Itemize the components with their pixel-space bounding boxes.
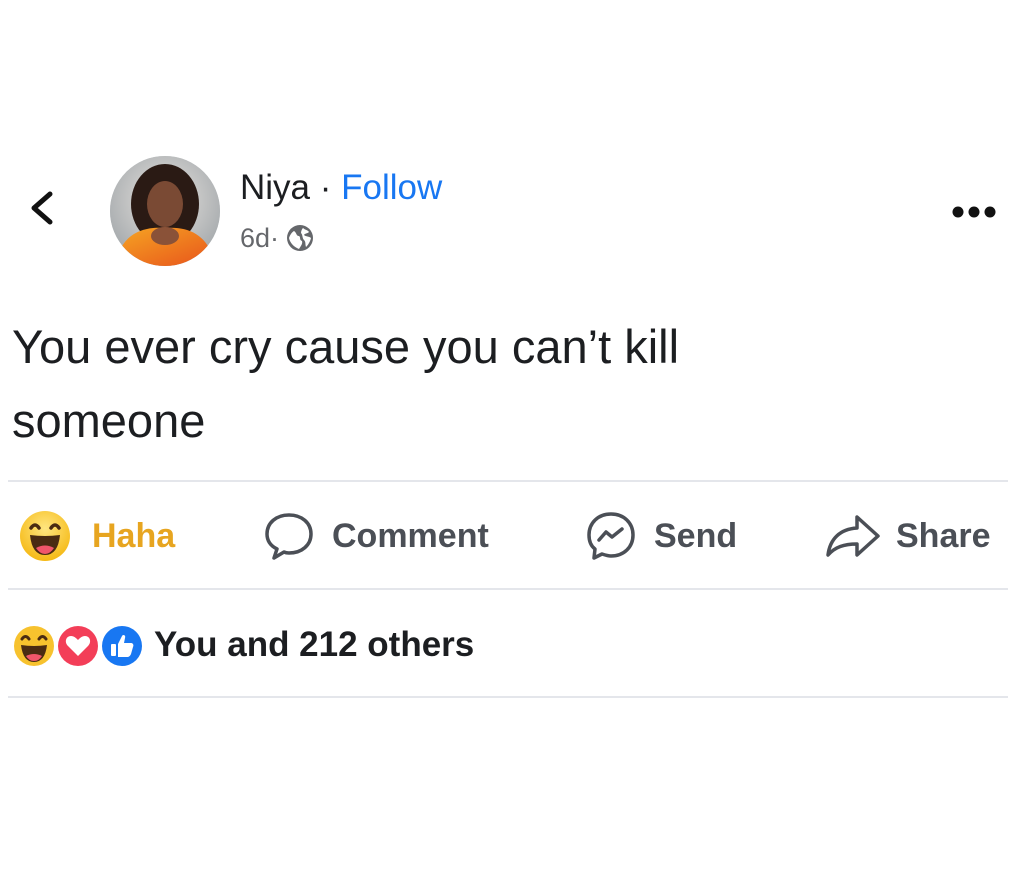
send-button[interactable]: Send [584, 508, 737, 564]
back-button[interactable] [22, 186, 62, 230]
avatar[interactable] [110, 156, 220, 266]
like-icon [99, 623, 145, 669]
comment-button[interactable]: Comment [262, 508, 489, 564]
share-icon [826, 515, 880, 557]
name-separator: · [310, 168, 342, 207]
share-button[interactable]: Share [824, 508, 991, 564]
more-dots-icon [952, 206, 996, 218]
reactions-summary[interactable]: You and 212 others [10, 620, 474, 670]
author-name[interactable]: Niya [240, 168, 310, 207]
post-text-line-1: You ever cry cause you can’t kill [12, 320, 680, 373]
post-timestamp[interactable]: 6d [240, 222, 270, 254]
comment-icon [265, 513, 313, 560]
messenger-icon [587, 512, 635, 560]
globe-icon [287, 225, 314, 251]
post-text-line-2: someone [12, 394, 206, 447]
post-meta: 6d · [240, 222, 315, 254]
profile-photo [110, 156, 220, 266]
chevron-left-icon [31, 191, 53, 225]
haha-label: Haha [92, 516, 176, 555]
share-label: Share [896, 516, 991, 555]
send-label: Send [654, 516, 738, 555]
more-options-button[interactable] [948, 200, 1000, 224]
reaction-count-text: You and 212 others [154, 625, 475, 664]
haha-reaction-button[interactable]: Haha [18, 508, 175, 564]
love-icon [55, 623, 101, 669]
divider-bottom [8, 696, 1008, 698]
author-line: Niya · Follow [240, 168, 442, 208]
comment-label: Comment [332, 516, 489, 555]
post-text: You ever cry cause you can’t kill someon… [12, 310, 1002, 458]
divider-middle [8, 588, 1008, 590]
haha-icon [11, 623, 57, 669]
follow-button[interactable]: Follow [341, 168, 442, 207]
reaction-icons [10, 620, 152, 670]
divider-top [8, 480, 1008, 482]
meta-separator: · [270, 223, 280, 253]
haha-icon [20, 511, 70, 561]
